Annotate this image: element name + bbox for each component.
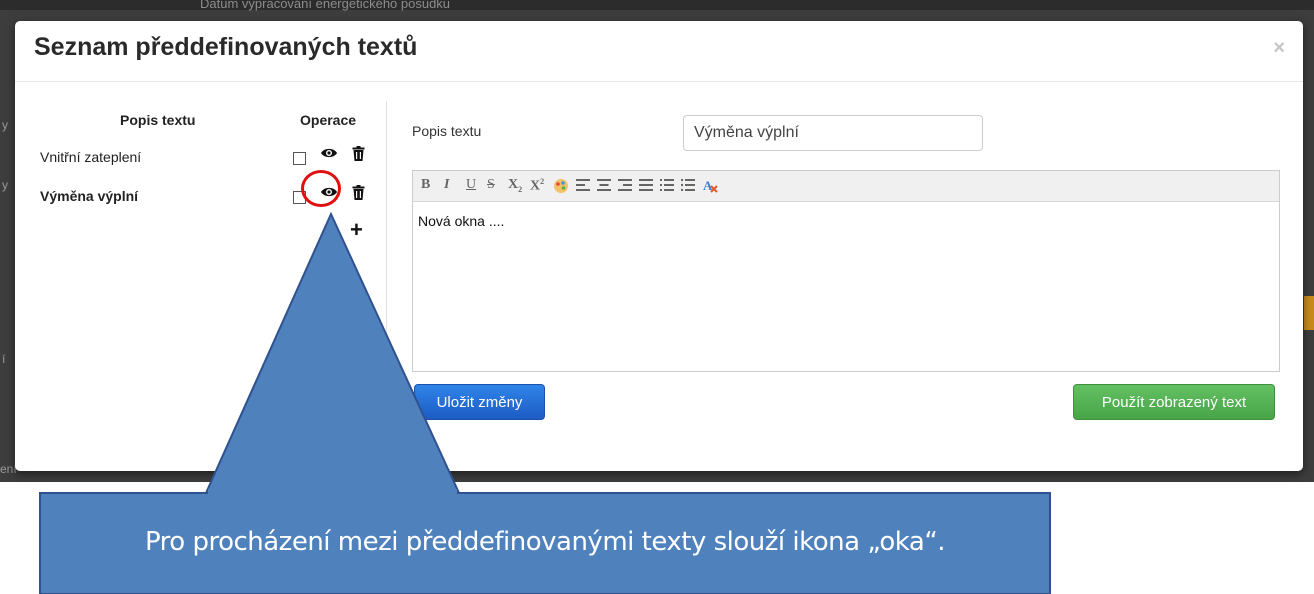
list-item-label[interactable]: Výměna výplní <box>40 188 138 204</box>
column-header-description: Popis textu <box>120 112 196 128</box>
editor-content[interactable]: Nová okna .... <box>418 213 504 229</box>
rich-text-editor[interactable]: B I U S X2 X2 A Nová okna .... <box>412 170 1280 372</box>
align-left-icon[interactable] <box>576 179 590 196</box>
backdrop-accent <box>1304 296 1314 330</box>
backdrop-letter: í <box>2 352 6 366</box>
backdrop-strip <box>0 0 1314 10</box>
italic-icon[interactable]: I <box>444 177 449 193</box>
modal-title: Seznam předdefinovaných textů <box>34 33 418 61</box>
underline-icon[interactable]: U <box>466 177 476 193</box>
trash-icon[interactable] <box>352 185 365 204</box>
callout-text: Pro procházení mezi předdefinovanými tex… <box>144 527 946 557</box>
strikethrough-icon[interactable]: S <box>487 177 495 193</box>
bold-icon[interactable]: B <box>421 177 430 193</box>
use-displayed-text-button[interactable]: Použít zobrazený text <box>1073 384 1275 420</box>
column-header-operations: Operace <box>300 112 357 128</box>
predefined-texts-modal: Seznam předdefinovaných textů × Popis te… <box>15 21 1303 471</box>
pane-divider <box>386 101 387 466</box>
modal-header: Seznam předdefinovaných textů × <box>15 21 1303 82</box>
remove-format-icon[interactable]: A <box>702 177 718 198</box>
unordered-list-icon[interactable] <box>680 178 695 196</box>
description-input[interactable]: Výměna výplní <box>683 115 983 151</box>
text-color-icon[interactable] <box>553 178 569 199</box>
eye-icon[interactable] <box>320 146 338 164</box>
backdrop-header-text: Datum vypracování energetického posudku <box>200 0 451 11</box>
editor-toolbar: B I U S X2 X2 A <box>413 171 1279 202</box>
ordered-list-icon[interactable] <box>660 179 674 196</box>
align-right-icon[interactable] <box>618 179 632 196</box>
highlight-ring <box>301 170 341 207</box>
justify-icon[interactable] <box>639 179 653 196</box>
save-changes-button[interactable]: Uložit změny <box>414 384 545 420</box>
list-item-label[interactable]: Vnitřní zateplení <box>40 149 141 165</box>
add-text-button[interactable]: + <box>350 217 363 243</box>
backdrop-letter: y <box>2 178 8 192</box>
select-checkbox[interactable] <box>293 152 306 165</box>
subscript-icon[interactable]: X2 <box>508 177 522 194</box>
trash-icon[interactable] <box>352 146 365 165</box>
description-label: Popis textu <box>412 123 482 139</box>
align-center-icon[interactable] <box>597 179 611 196</box>
superscript-icon[interactable]: X2 <box>530 177 544 195</box>
backdrop-letter: y <box>2 118 8 132</box>
close-button[interactable]: × <box>1273 37 1285 60</box>
